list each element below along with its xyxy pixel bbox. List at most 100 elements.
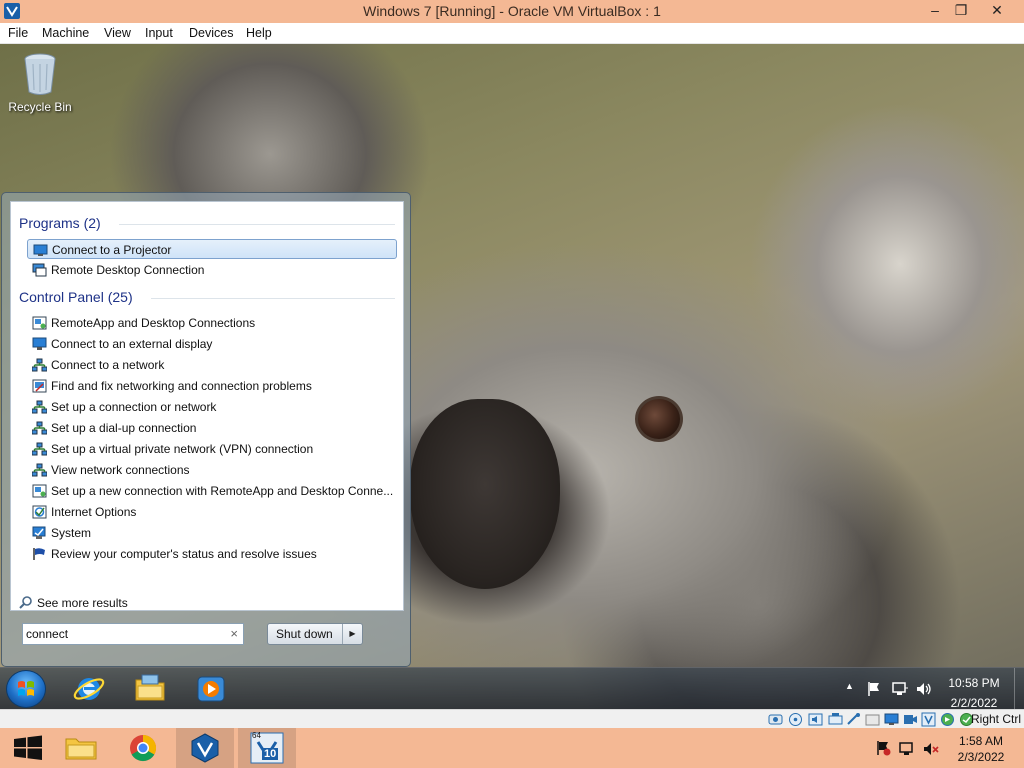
guest-clock[interactable]: 10:58 PM 2/2/2022 [944, 675, 1004, 709]
host-title-bar: Windows 7 [Running] - Oracle VM VirtualB… [0, 0, 1024, 23]
windows-explorer-icon[interactable] [133, 672, 167, 706]
wallpaper-koala-eye [635, 396, 683, 442]
group-divider [151, 298, 395, 299]
result-item-remote-desktop-connection[interactable]: Remote Desktop Connection [27, 260, 397, 280]
guest-time: 10:58 PM [948, 676, 1000, 690]
virtualbox-status-bar: Right Ctrl [0, 709, 1024, 728]
system-icon [32, 526, 46, 539]
host-date: 2/3/2022 [957, 750, 1005, 764]
result-item-label: Set up a new connection with RemoteApp a… [51, 484, 394, 498]
window-title: Windows 7 [Running] - Oracle VM VirtualB… [363, 3, 661, 19]
display-icon [32, 337, 47, 350]
see-more-results-link[interactable]: See more results [19, 596, 128, 610]
result-item-setup-new-remoteapp[interactable]: Set up a new connection with RemoteApp a… [27, 481, 397, 501]
result-item-view-network-connections[interactable]: View network connections [27, 460, 397, 480]
volume-muted-icon[interactable] [922, 740, 940, 758]
result-item-connect-external-display[interactable]: Connect to an external display [27, 334, 397, 354]
show-desktop-button[interactable] [1014, 668, 1024, 709]
result-item-find-fix-networking[interactable]: Find and fix networking and connection p… [27, 376, 397, 396]
host-taskbar: 64 10 1:58 AM 2/3/2022 [0, 728, 1024, 768]
media-player-icon[interactable] [194, 672, 228, 706]
result-item-remoteapp-desktop-connections[interactable]: RemoteApp and Desktop Connections [27, 313, 397, 333]
result-item-setup-dialup[interactable]: Set up a dial-up connection [27, 418, 397, 438]
result-item-label: View network connections [51, 463, 190, 477]
hard-disk-icon[interactable] [768, 712, 783, 727]
internet-options-icon [32, 505, 47, 519]
group-divider [119, 224, 395, 225]
network-icon [32, 463, 47, 477]
menu-view[interactable]: View [104, 26, 131, 40]
display-icon[interactable] [884, 712, 899, 727]
start-windows-icon[interactable] [0, 728, 58, 768]
result-item-label: RemoteApp and Desktop Connections [51, 316, 256, 330]
shutdown-options-arrow-icon[interactable]: ▶ [342, 624, 362, 644]
vm-badge-bottom: 10 [262, 748, 279, 760]
menu-devices[interactable]: Devices [189, 26, 233, 40]
guest-taskbar: ▲ 10:58 PM 2/2/2022 [0, 667, 1024, 709]
result-item-label: Internet Options [51, 505, 137, 519]
guest-desktop[interactable]: Recycle Bin Programs (2) Connect to a Pr… [0, 44, 1024, 709]
virtualbox-icon[interactable] [176, 728, 234, 768]
result-item-label: Remote Desktop Connection [51, 263, 205, 277]
close-button[interactable]: ✕ [980, 0, 1014, 22]
desktop-icon-recycle-bin[interactable]: Recycle Bin [8, 52, 72, 122]
usb-icon[interactable] [846, 712, 861, 727]
start-button[interactable] [6, 670, 46, 708]
start-search-box[interactable]: × [22, 623, 244, 645]
clear-search-icon[interactable]: × [230, 626, 238, 641]
start-menu: Programs (2) Connect to a Projector Remo… [1, 192, 411, 667]
volume-icon[interactable] [915, 680, 933, 698]
action-center-flag-icon[interactable] [866, 681, 882, 697]
result-item-label: Connect to a Projector [52, 243, 172, 257]
menu-help[interactable]: Help [246, 26, 272, 40]
network-adapter-icon[interactable] [828, 712, 843, 727]
virtualbox-vm-window[interactable]: 64 10 [238, 728, 296, 768]
show-hidden-icons-arrow[interactable]: ▲ [845, 681, 854, 691]
result-item-connect-to-network[interactable]: Connect to a network [27, 355, 397, 375]
guest-date: 2/2/2022 [950, 696, 998, 709]
result-item-system[interactable]: System [27, 523, 397, 543]
desktop-icon-label: Recycle Bin [8, 100, 72, 114]
result-item-setup-vpn[interactable]: Set up a virtual private network (VPN) c… [27, 439, 397, 459]
result-item-label: Set up a connection or network [51, 400, 217, 414]
optical-drive-icon[interactable] [788, 712, 803, 727]
chrome-icon[interactable] [114, 728, 172, 768]
network-icon [32, 358, 47, 372]
result-item-label: System [51, 526, 92, 540]
mouse-integration-icon[interactable] [940, 712, 955, 727]
menu-bar: File Machine View Input Devices Help [0, 23, 1024, 44]
magnifier-icon [19, 596, 32, 609]
flag-icon[interactable] [875, 740, 891, 756]
projector-icon [33, 244, 48, 256]
result-item-label: Set up a virtual private network (VPN) c… [51, 442, 314, 456]
host-clock[interactable]: 1:58 AM 2/3/2022 [950, 733, 1012, 765]
network-icon[interactable] [891, 680, 909, 698]
result-item-setup-connection-network[interactable]: Set up a connection or network [27, 397, 397, 417]
menu-file[interactable]: File [8, 26, 28, 40]
menu-input[interactable]: Input [145, 26, 173, 40]
shutdown-button[interactable]: Shut down ▶ [267, 623, 363, 645]
remote-desktop-icon [32, 263, 47, 277]
host-key-label: Right Ctrl [970, 712, 1021, 726]
result-item-internet-options[interactable]: Internet Options [27, 502, 397, 522]
network-icon [32, 421, 47, 435]
menu-machine[interactable]: Machine [42, 26, 89, 40]
internet-explorer-icon[interactable] [72, 672, 106, 706]
network-icon[interactable] [898, 740, 916, 758]
result-item-review-status[interactable]: Review your computer's status and resolv… [27, 544, 397, 564]
vm-badge-top: 64 [252, 731, 261, 740]
audio-icon[interactable] [808, 712, 823, 727]
search-results-panel: Programs (2) Connect to a Projector Remo… [10, 201, 404, 611]
result-item-label: Connect to an external display [51, 337, 213, 351]
search-input[interactable] [26, 626, 216, 642]
virtualization-icon[interactable] [921, 712, 936, 727]
result-item-label: Find and fix networking and connection p… [51, 379, 312, 393]
remoteapp-icon [32, 484, 47, 498]
file-explorer-icon[interactable] [52, 728, 110, 768]
result-item-label: Review your computer's status and resolv… [51, 547, 317, 561]
action-center-flag-icon [33, 548, 45, 560]
video-capture-icon[interactable] [903, 712, 918, 727]
restore-button[interactable]: ❐ [944, 0, 978, 22]
result-item-connect-to-a-projector[interactable]: Connect to a Projector [27, 239, 397, 259]
shared-folders-icon[interactable] [865, 712, 880, 727]
